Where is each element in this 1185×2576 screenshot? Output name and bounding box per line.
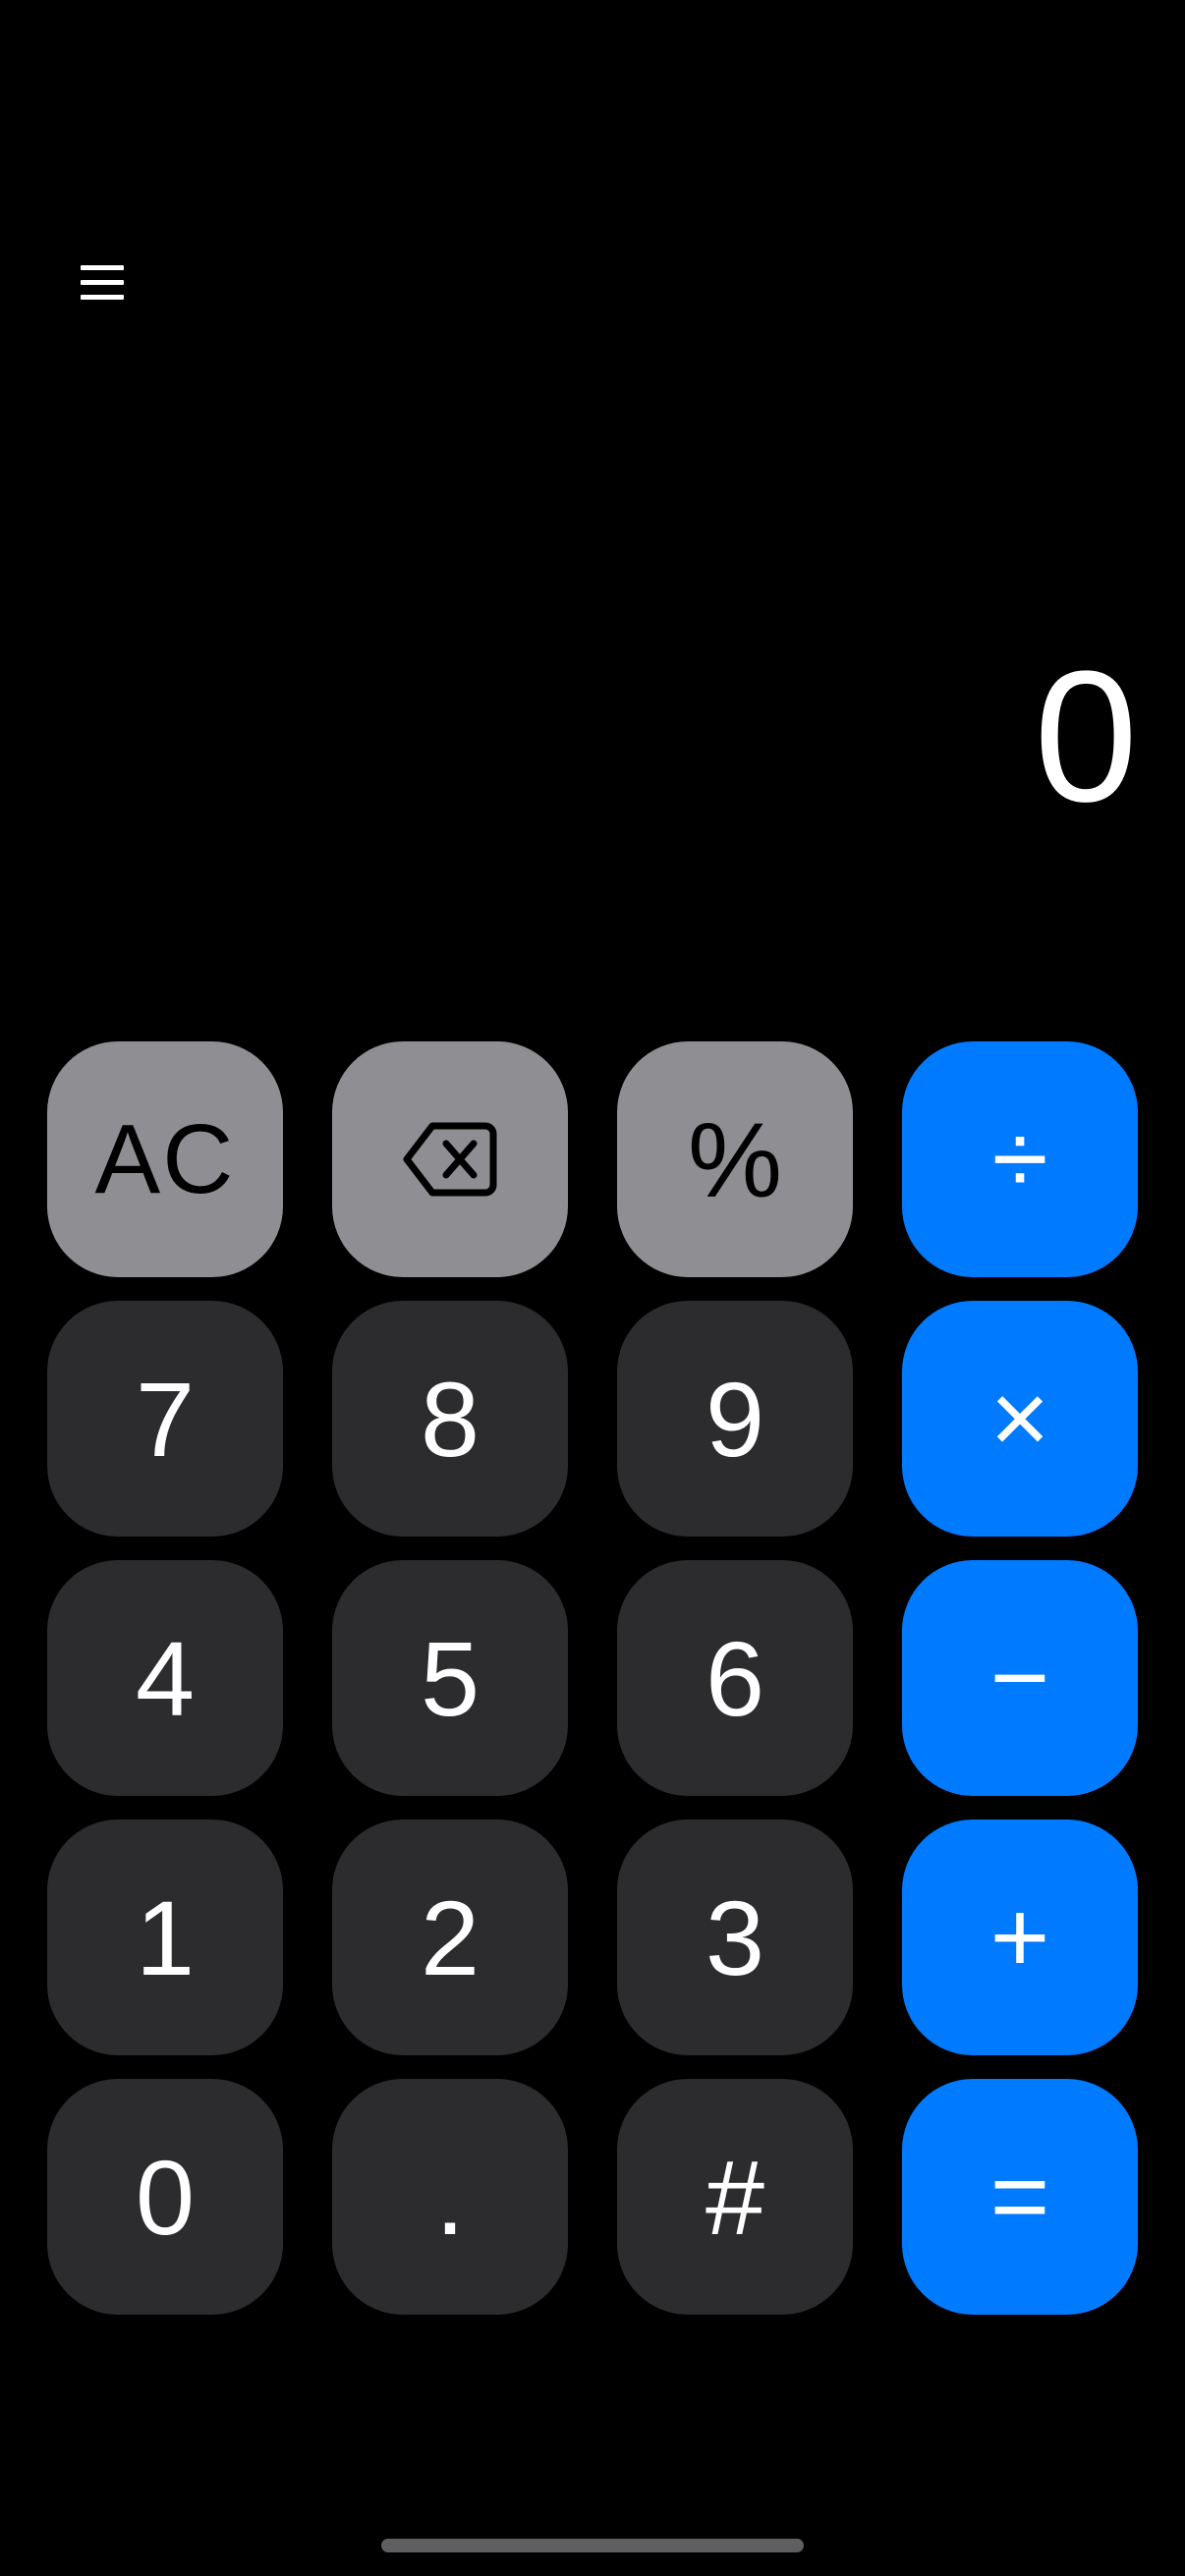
digit-7-label: 7 [135, 1359, 196, 1479]
multiply-label: × [989, 1361, 1050, 1476]
digit-1-button[interactable]: 1 [47, 1820, 283, 2055]
hamburger-menu-icon [81, 265, 124, 300]
multiply-button[interactable]: × [902, 1301, 1138, 1537]
digit-9-label: 9 [705, 1359, 765, 1479]
digit-4-label: 4 [135, 1618, 196, 1738]
percent-label: % [687, 1099, 783, 1219]
home-indicator[interactable] [381, 2539, 804, 2552]
digit-9-button[interactable]: 9 [617, 1301, 853, 1537]
digit-6-label: 6 [705, 1618, 765, 1738]
clear-label: AC [94, 1103, 236, 1214]
digit-3-label: 3 [705, 1877, 765, 1997]
digit-5-button[interactable]: 5 [332, 1560, 568, 1796]
digit-5-label: 5 [420, 1618, 480, 1738]
digit-0-button[interactable]: 0 [47, 2079, 283, 2315]
equals-label: = [989, 2139, 1050, 2254]
digit-8-button[interactable]: 8 [332, 1301, 568, 1537]
subtract-button[interactable]: − [902, 1560, 1138, 1796]
digit-6-button[interactable]: 6 [617, 1560, 853, 1796]
hash-label: # [705, 2137, 765, 2257]
equals-button[interactable]: = [902, 2079, 1138, 2315]
digit-0-label: 0 [135, 2137, 196, 2257]
subtract-label: − [989, 1620, 1050, 1735]
backspace-button[interactable] [332, 1041, 568, 1277]
divide-label: ÷ [991, 1101, 1048, 1216]
percent-button[interactable]: % [617, 1041, 853, 1277]
hash-button[interactable]: # [617, 2079, 853, 2315]
backspace-icon [403, 1122, 497, 1197]
decimal-button[interactable]: . [332, 2079, 568, 2315]
digit-7-button[interactable]: 7 [47, 1301, 283, 1537]
digit-4-button[interactable]: 4 [47, 1560, 283, 1796]
add-button[interactable]: + [902, 1820, 1138, 2055]
digit-2-label: 2 [420, 1877, 480, 1997]
digit-1-label: 1 [135, 1877, 196, 1997]
result-display: 0 [1034, 633, 1136, 841]
digit-8-label: 8 [420, 1359, 480, 1479]
divide-button[interactable]: ÷ [902, 1041, 1138, 1277]
digit-2-button[interactable]: 2 [332, 1820, 568, 2055]
digit-3-button[interactable]: 3 [617, 1820, 853, 2055]
decimal-label: . [434, 2137, 465, 2257]
menu-button[interactable] [61, 246, 143, 320]
add-label: + [989, 1879, 1050, 1994]
keypad: AC % ÷ 7 8 9 × 4 5 6 − 1 2 3 + 0 . # = [47, 1041, 1138, 2315]
clear-button[interactable]: AC [47, 1041, 283, 1277]
